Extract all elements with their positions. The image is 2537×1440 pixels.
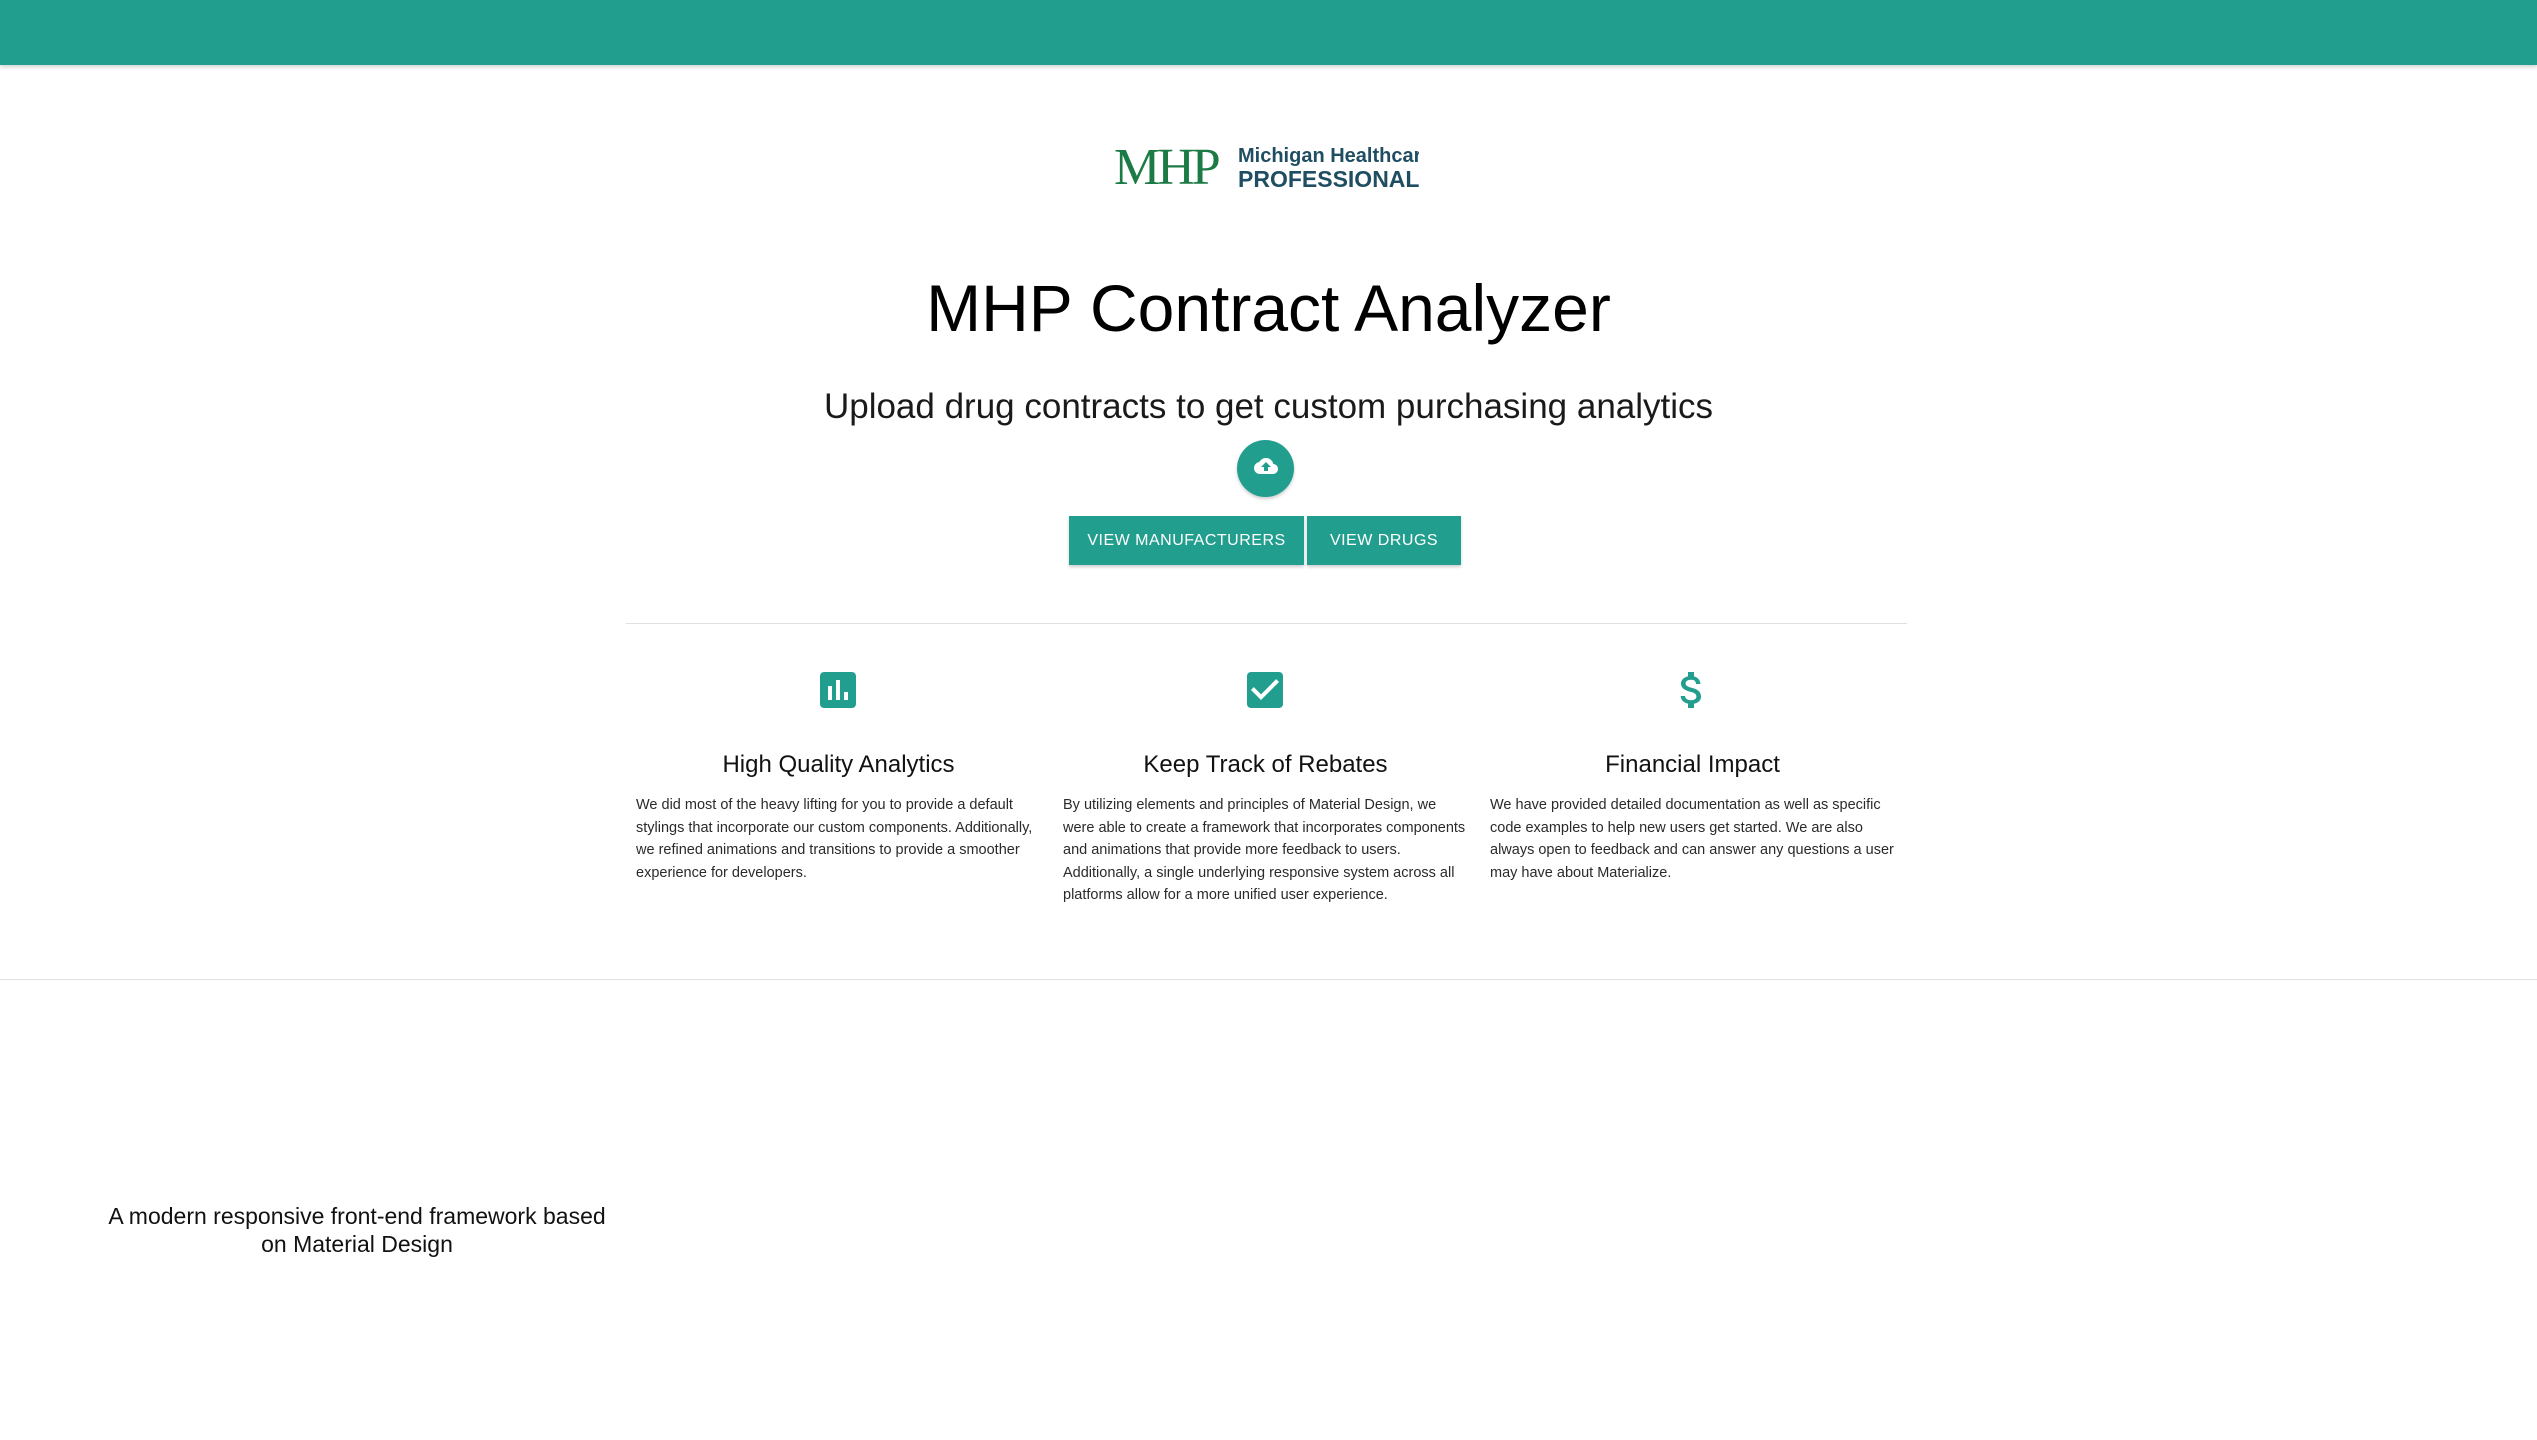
page-title: MHP Contract Analyzer bbox=[926, 271, 1611, 345]
footer-divider bbox=[0, 979, 2537, 980]
view-manufacturers-button[interactable]: VIEW MANUFACTURERS bbox=[1069, 516, 1304, 565]
top-navbar bbox=[0, 0, 2537, 65]
feature-title: Keep Track of Rebates bbox=[1143, 751, 1388, 778]
page-subtitle: Upload drug contracts to get custom purc… bbox=[823, 387, 1714, 426]
feature-description: We have provided detailed documentation … bbox=[1490, 797, 1894, 881]
cloud-upload-icon bbox=[1253, 454, 1278, 483]
bar-chart-icon bbox=[814, 666, 862, 714]
svg-text:PROFESSIONALS: PROFESSIONALS bbox=[1238, 166, 1419, 192]
footer-tagline: A modern responsive front-end framework … bbox=[108, 1203, 606, 1257]
check-box-icon bbox=[1241, 666, 1289, 714]
feature-description: We did most of the heavy lifting for you… bbox=[636, 797, 1033, 881]
mhp-logo[interactable]: MHP Michigan Healthcare PROFESSIONALS bbox=[1114, 136, 1419, 198]
section-divider bbox=[626, 623, 1907, 624]
feature-title: Financial Impact bbox=[1605, 751, 1780, 778]
feature-description: By utilizing elements and principles of … bbox=[1063, 797, 1466, 904]
upload-button[interactable] bbox=[1237, 440, 1294, 497]
svg-text:Michigan Healthcare: Michigan Healthcare bbox=[1238, 145, 1419, 167]
dollar-icon bbox=[1668, 666, 1716, 714]
svg-text:MHP: MHP bbox=[1114, 139, 1219, 196]
feature-title: High Quality Analytics bbox=[722, 751, 955, 778]
view-drugs-button[interactable]: VIEW DRUGS bbox=[1307, 516, 1461, 565]
